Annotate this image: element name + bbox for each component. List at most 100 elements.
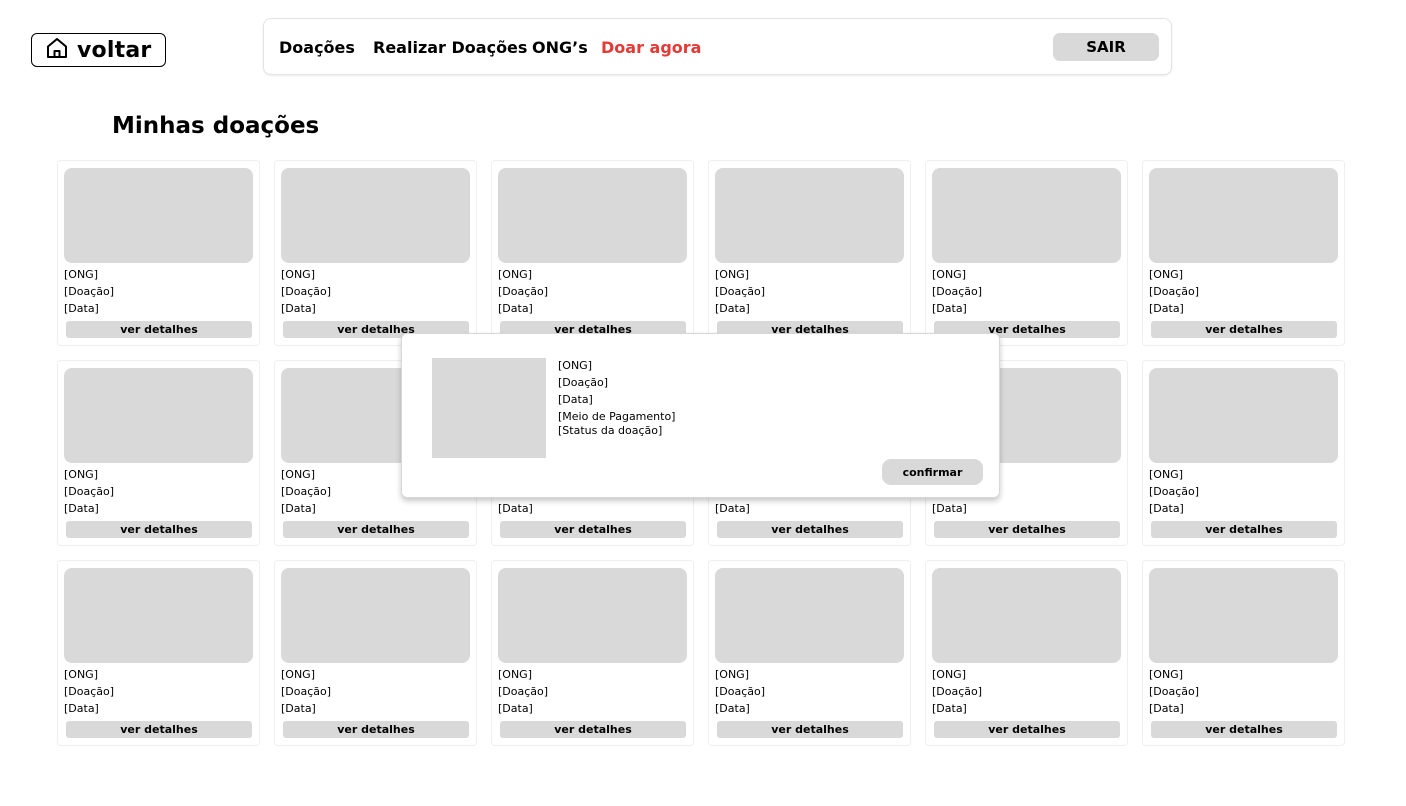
donation-card: [ONG] [Doação] [Data] ver detalhes <box>708 560 911 746</box>
page-title: Minhas doações <box>112 113 320 139</box>
view-details-button[interactable]: ver detalhes <box>500 721 686 738</box>
card-date: [Data] <box>715 302 750 315</box>
view-details-button[interactable]: ver detalhes <box>66 721 252 738</box>
nav-link-realizar-doacoes[interactable]: Realizar Doações <box>373 38 527 57</box>
card-ong: [ONG] <box>715 668 749 681</box>
card-date: [Data] <box>932 702 967 715</box>
view-details-button[interactable]: ver detalhes <box>1151 321 1337 338</box>
card-date: [Data] <box>932 302 967 315</box>
card-date: [Data] <box>281 702 316 715</box>
card-date: [Data] <box>281 502 316 515</box>
card-ong: [ONG] <box>281 468 315 481</box>
card-ong: [ONG] <box>64 668 98 681</box>
donation-card: [ONG] [Doação] [Data] ver detalhes <box>57 360 260 546</box>
card-donation: [Doação] <box>281 485 332 498</box>
nav-link-doacoes[interactable]: Doações <box>279 38 355 57</box>
donation-card: [ONG][Doação][Data]ver detalhes <box>708 160 911 346</box>
card-ong: [ONG] <box>1149 668 1183 681</box>
card-donation: [Doação] <box>1149 485 1200 498</box>
modal-ong: [ONG] <box>558 359 592 372</box>
view-details-button[interactable]: ver detalhes <box>934 521 1120 538</box>
card-ong: [ONG] <box>281 668 315 681</box>
donation-image-placeholder <box>1149 368 1338 463</box>
back-button[interactable]: voltar <box>31 33 166 67</box>
card-ong: [ONG] <box>1149 468 1183 481</box>
card-date: [Data] <box>498 302 533 315</box>
view-details-button[interactable]: ver detalhes <box>283 721 469 738</box>
view-details-button[interactable]: ver detalhes <box>66 521 252 538</box>
modal-donation: [Doação] <box>558 376 609 389</box>
card-date: [Data] <box>64 702 99 715</box>
card-date: [Data] <box>715 702 750 715</box>
modal-payment-method: [Meio de Pagamento] <box>558 410 676 423</box>
view-details-button[interactable]: ver detalhes <box>500 521 686 538</box>
donation-card: [ONG] [Doação] [Data] ver detalhes <box>1142 360 1345 546</box>
card-donation: [Doação] <box>498 285 549 298</box>
card-ong: [ONG] <box>64 268 98 281</box>
modal-donation-status: [Status da doação] <box>558 424 663 437</box>
donation-card: [ONG][Doação][Data]ver detalhes <box>491 160 694 346</box>
card-donation: [Doação] <box>932 685 983 698</box>
donation-image-placeholder <box>64 568 253 663</box>
donation-card: [ONG] [Doação] [Data] ver detalhes <box>925 560 1128 746</box>
nav-link-ongs[interactable]: ONG’s <box>532 38 588 57</box>
card-date: [Data] <box>932 502 967 515</box>
card-date: [Data] <box>281 302 316 315</box>
donation-card: [ONG][Doação][Data]ver detalhes <box>491 560 694 746</box>
view-details-button[interactable]: ver detalhes <box>717 521 903 538</box>
card-donation: [Doação] <box>64 685 115 698</box>
back-label: voltar <box>77 37 152 63</box>
card-date: [Data] <box>1149 302 1184 315</box>
donation-image-placeholder <box>281 568 470 663</box>
view-details-button[interactable]: ver detalhes <box>1151 721 1337 738</box>
card-date: [Data] <box>64 502 99 515</box>
donation-image-placeholder <box>498 568 687 663</box>
card-date: [Data] <box>498 702 533 715</box>
card-donation: [Doação] <box>1149 285 1200 298</box>
donation-card: [ONG][Doação][Data]ver detalhes <box>1142 160 1345 346</box>
card-ong: [ONG] <box>715 268 749 281</box>
donation-image-placeholder <box>64 168 253 263</box>
card-date: [Data] <box>64 302 99 315</box>
donation-card: [ONG] [Doação] [Data] ver detalhes <box>1142 560 1345 746</box>
modal-image-placeholder <box>432 358 546 458</box>
card-ong: [ONG] <box>932 268 966 281</box>
card-donation: [Doação] <box>715 685 766 698</box>
donation-card: [ONG][Doação][Data]ver detalhes <box>274 560 477 746</box>
view-details-button[interactable]: ver detalhes <box>283 521 469 538</box>
view-details-button[interactable]: ver detalhes <box>717 721 903 738</box>
view-details-button[interactable]: ver detalhes <box>66 321 252 338</box>
card-date: [Data] <box>498 502 533 515</box>
card-donation: [Doação] <box>498 685 549 698</box>
card-donation: [Doação] <box>715 285 766 298</box>
card-donation: [Doação] <box>1149 685 1200 698</box>
confirm-button[interactable]: confirmar <box>882 459 983 485</box>
card-date: [Data] <box>1149 702 1184 715</box>
view-details-button[interactable]: ver detalhes <box>934 721 1120 738</box>
card-ong: [ONG] <box>281 268 315 281</box>
donation-card: [ONG][Doação][Data]ver detalhes <box>925 160 1128 346</box>
donation-image-placeholder <box>64 368 253 463</box>
donation-image-placeholder <box>932 168 1121 263</box>
card-ong: [ONG] <box>64 468 98 481</box>
card-ong: [ONG] <box>498 268 532 281</box>
card-date: [Data] <box>1149 502 1184 515</box>
donation-image-placeholder <box>932 568 1121 663</box>
donation-image-placeholder <box>715 168 904 263</box>
card-donation: [Doação] <box>932 285 983 298</box>
card-donation: [Doação] <box>64 485 115 498</box>
card-ong: [ONG] <box>932 668 966 681</box>
card-date: [Data] <box>715 502 750 515</box>
nav-link-doar-agora[interactable]: Doar agora <box>601 38 701 57</box>
donation-details-modal: [ONG] [Doação] [Data] [Meio de Pagamento… <box>401 333 1000 498</box>
donation-image-placeholder <box>281 168 470 263</box>
donation-card: [ONG][Doação][Data]ver detalhes <box>57 160 260 346</box>
modal-date: [Data] <box>558 393 593 406</box>
view-details-button[interactable]: ver detalhes <box>1151 521 1337 538</box>
donation-card: [ONG] [Doação] [Data] ver detalhes <box>57 560 260 746</box>
home-icon <box>45 36 69 64</box>
top-navbar: Doações Realizar Doações ONG’s Doar agor… <box>263 18 1172 75</box>
donation-card: [ONG][Doação][Data]ver detalhes <box>274 160 477 346</box>
logout-button[interactable]: SAIR <box>1053 33 1159 61</box>
card-donation: [Doação] <box>281 285 332 298</box>
